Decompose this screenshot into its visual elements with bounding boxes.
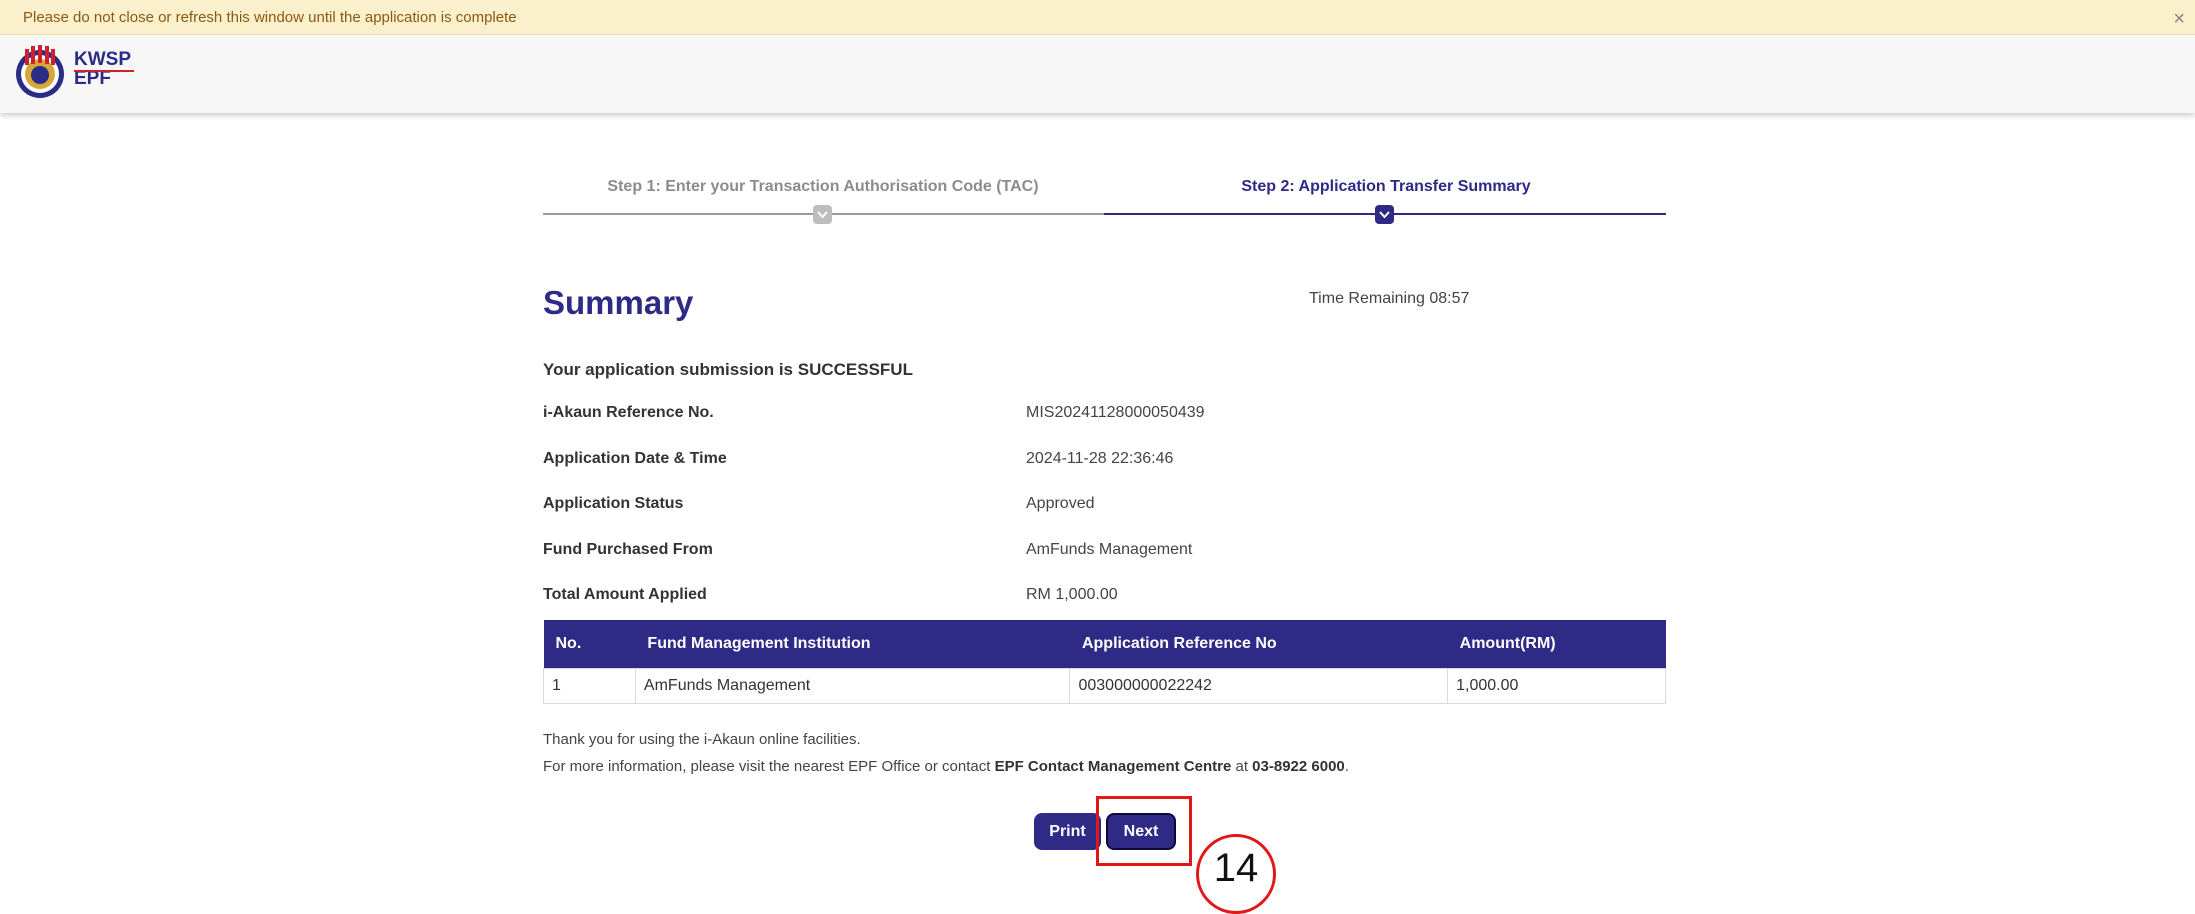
- header: KWSP EPF: [0, 35, 2195, 113]
- time-remaining: Time Remaining 08:57: [1309, 290, 1470, 307]
- page-title: Summary: [543, 284, 694, 321]
- annotation-number: 14: [1213, 846, 1259, 890]
- success-prefix: Your application submission is: [543, 360, 798, 379]
- table-cell-reference: 003000000022242: [1069, 667, 1449, 704]
- detail-value: AmFunds Management: [1026, 541, 1193, 558]
- step-number-annotation: 14: [1196, 834, 1276, 914]
- success-status: SUCCESSFUL: [797, 360, 913, 379]
- step-2-marker-icon: [1375, 205, 1394, 224]
- logo-text: KWSP EPF: [74, 50, 131, 88]
- detail-label: Total Amount Applied: [543, 586, 707, 603]
- step-1-marker-icon: [813, 205, 832, 224]
- table-row: 1 AmFunds Management 003000000022242 1,0…: [543, 667, 1666, 704]
- detail-value: 2024-11-28 22:36:46: [1026, 450, 1174, 467]
- detail-label: Application Status: [543, 495, 684, 512]
- detail-value: Approved: [1026, 495, 1095, 512]
- contact-note-suffix: .: [1344, 758, 1349, 775]
- column-header-reference: Application Reference No: [1069, 620, 1448, 668]
- detail-label: Fund Purchased From: [543, 541, 713, 558]
- column-header-amount: Amount(RM): [1447, 620, 1666, 668]
- logo-line1: KWSP: [74, 49, 131, 70]
- kwsp-logo[interactable]: KWSP EPF: [14, 44, 144, 104]
- fund-table: No. Fund Management Institution Applicat…: [543, 620, 1666, 704]
- detail-value: RM 1,000.00: [1026, 586, 1118, 603]
- progress-steps: Step 1: Enter your Transaction Authorisa…: [543, 178, 1666, 228]
- thank-you-note: Thank you for using the i-Akaun online f…: [543, 731, 861, 748]
- contact-note-prefix: For more information, please visit the n…: [543, 758, 995, 775]
- detail-label: i-Akaun Reference No.: [543, 404, 714, 421]
- kwsp-emblem-icon: [16, 45, 64, 98]
- contact-phone: 03-8922 6000: [1252, 758, 1345, 775]
- step-2-label: Step 2: Application Transfer Summary: [1241, 178, 1531, 195]
- step-1-label: Step 1: Enter your Transaction Authorisa…: [607, 178, 1039, 195]
- contact-note: For more information, please visit the n…: [543, 758, 1349, 775]
- notice-bar: Please do not close or refresh this wind…: [0, 0, 2195, 35]
- contact-note-mid: at: [1231, 758, 1253, 775]
- table-cell-institution: AmFunds Management: [634, 667, 1071, 704]
- contact-centre-name: EPF Contact Management Centre: [994, 758, 1232, 775]
- detail-label: Application Date & Time: [543, 450, 727, 467]
- table-header-row: No. Fund Management Institution Applicat…: [543, 620, 1666, 668]
- print-button[interactable]: Print: [1034, 813, 1101, 850]
- column-header-institution: Fund Management Institution: [635, 620, 1070, 668]
- detail-value: MIS20241128000050439: [1026, 404, 1205, 421]
- notice-text: Please do not close or refresh this wind…: [23, 9, 517, 26]
- logo-divider: [74, 70, 134, 72]
- table-cell-no: 1: [543, 667, 636, 704]
- next-button-highlight: [1096, 796, 1192, 866]
- success-message: Your application submission is SUCCESSFU…: [543, 360, 913, 380]
- column-header-no: No.: [543, 620, 636, 668]
- table-cell-amount: 1,000.00: [1447, 667, 1666, 704]
- close-icon[interactable]: ×: [2173, 9, 2185, 29]
